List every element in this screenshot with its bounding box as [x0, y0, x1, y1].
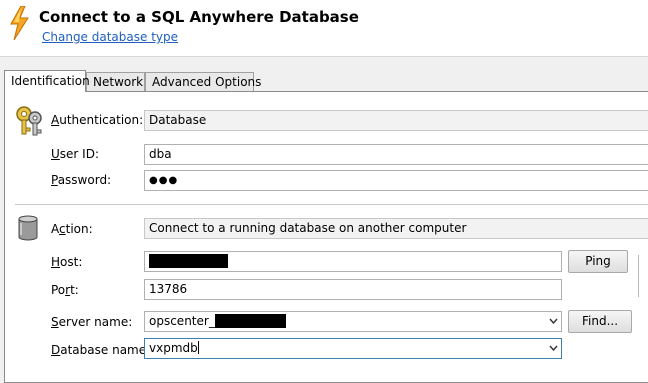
- database-name-combobox[interactable]: vxpmdb: [144, 338, 562, 359]
- keys-icon: [16, 106, 42, 136]
- lightning-bolt-icon: [10, 6, 29, 40]
- user-id-label: User ID:: [51, 147, 100, 161]
- tab-advanced-options[interactable]: Advanced Options: [145, 72, 261, 91]
- tab-identification[interactable]: Identification: [4, 70, 90, 92]
- tab-network[interactable]: Network: [86, 72, 145, 91]
- identification-panel: Authentication: Database User ID: dba Pa…: [4, 91, 648, 383]
- password-input[interactable]: ●●●: [144, 170, 648, 191]
- server-name-label: Server name:: [51, 315, 133, 329]
- dialog-header: Connect to a SQL Anywhere Database Chang…: [0, 0, 648, 57]
- action-select[interactable]: Connect to a running database on another…: [144, 218, 648, 239]
- text-cursor: [197, 341, 199, 354]
- port-input[interactable]: 13786: [144, 279, 562, 300]
- database-name-label: Database name:: [51, 343, 151, 357]
- port-label: Port:: [51, 283, 79, 297]
- change-database-type-link[interactable]: Change database type: [42, 30, 178, 44]
- dialog-title: Connect to a SQL Anywhere Database: [39, 8, 359, 26]
- redacted-host-value: [149, 254, 228, 268]
- find-button[interactable]: Find...: [568, 310, 632, 333]
- user-id-input[interactable]: dba: [144, 144, 648, 165]
- action-label: Action:: [51, 222, 93, 236]
- redacted-server-suffix: [214, 314, 286, 328]
- chevron-down-icon[interactable]: [549, 318, 558, 324]
- database-cylinder-icon: [18, 215, 38, 241]
- chevron-down-icon[interactable]: [549, 345, 558, 351]
- group-separator: [638, 255, 639, 297]
- server-name-combobox[interactable]: opscenter_: [144, 311, 562, 332]
- host-label: Host:: [51, 255, 83, 269]
- host-input[interactable]: [144, 251, 562, 272]
- tab-bar: Identification Network Advanced Options: [4, 70, 648, 92]
- authentication-label: Authentication:: [51, 113, 144, 127]
- ping-button[interactable]: Ping: [568, 250, 628, 273]
- authentication-select[interactable]: Database: [144, 110, 648, 131]
- password-label: Password:: [51, 173, 112, 187]
- section-divider: [15, 204, 648, 205]
